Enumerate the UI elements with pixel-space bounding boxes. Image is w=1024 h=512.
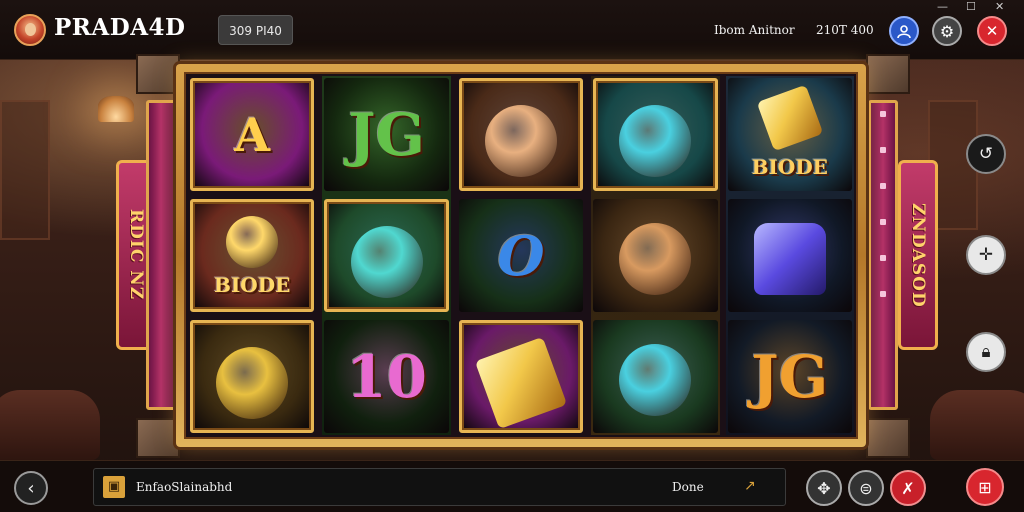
symbol-letter-a: A (190, 78, 315, 191)
maximize-icon[interactable]: ☐ (966, 0, 976, 13)
spin-button[interactable]: ⊞ (966, 468, 1004, 506)
symbol-lion (190, 320, 315, 433)
gangster-emblem (350, 226, 423, 298)
reel-3: O (457, 76, 585, 435)
goldbar-label-emblem (756, 84, 824, 152)
symbol-goldbar-purple (458, 320, 584, 433)
wall-panel-left (0, 100, 50, 240)
done-label[interactable]: Done (672, 480, 704, 494)
symbol-jg-gold: JG (727, 320, 852, 433)
symbol-label: BIODE (751, 155, 828, 179)
message-text: EnfaoSlainabhd (136, 480, 233, 494)
symbol-label: 10 (346, 342, 427, 411)
back-button[interactable]: ‹ (14, 471, 48, 505)
reel-5: BIODE JG (725, 76, 854, 435)
turbo-button[interactable]: ⊜ (848, 470, 884, 506)
symbol-croc2 (593, 320, 718, 433)
beast-label-emblem (226, 216, 279, 268)
symbol-ten: 10 (324, 320, 449, 433)
lock-button[interactable]: 🔒︎ (966, 332, 1006, 372)
slot-reels: A BIODE JG 10 O BIODE JG (184, 72, 858, 439)
symbol-label: A (234, 107, 271, 162)
right-ribbon (868, 100, 898, 410)
frame-corner-br (866, 418, 910, 458)
right-banner: ZNDASOD (898, 160, 938, 350)
dice-icon: ✥ (817, 478, 831, 498)
lock-icon: 🔒︎ (981, 342, 991, 362)
gear-icon: ⚙ (939, 21, 955, 41)
user-icon (897, 25, 911, 39)
profile-button[interactable] (889, 16, 919, 46)
chair-emblem (753, 223, 826, 295)
link-icon[interactable]: ↗ (744, 478, 756, 494)
symbol-cat (593, 199, 718, 312)
close-button[interactable]: ✕ (977, 16, 1007, 46)
symbol-jg-green: JG (324, 78, 449, 191)
symbol-o-badge: O (458, 199, 584, 312)
balance-pill[interactable]: 309 PI40 (218, 15, 293, 45)
symbol-beast-label: BIODE (190, 199, 315, 312)
minimize-icon[interactable]: — (937, 0, 948, 13)
bet-button[interactable]: ✗ (890, 470, 926, 506)
autoplay-button[interactable]: ✥ (806, 470, 842, 506)
symbol-label: O (497, 223, 545, 288)
arrow-left-icon: ‹ (27, 477, 35, 499)
goldbar-purple-emblem (474, 336, 568, 430)
plus-icon: ✛ (978, 245, 994, 265)
reel-1: A BIODE (188, 76, 316, 435)
symbol-chair (727, 199, 852, 312)
armchair-left (0, 390, 100, 460)
reel-4 (591, 76, 720, 435)
lion-emblem (216, 347, 289, 419)
reel-2: JG 10 (322, 76, 451, 435)
wolf-emblem (484, 105, 557, 177)
check-icon: ✗ (901, 478, 915, 498)
window-close-icon[interactable]: ✕ (995, 0, 1004, 13)
brand-logo-icon (14, 14, 46, 46)
close-icon: ✕ (985, 22, 999, 40)
symbol-wolf (458, 78, 584, 191)
symbol-label: JG (348, 100, 426, 169)
frame-corner-tl (136, 54, 180, 94)
history-icon: ↺ (978, 144, 994, 164)
symbol-croc (593, 78, 718, 191)
frame-corner-tr (866, 54, 910, 94)
settings-button[interactable]: ⚙ (932, 16, 962, 46)
frame-corner-bl (136, 418, 180, 458)
left-banner-text: RDIC NZ (126, 209, 146, 301)
speed-icon: ⊜ (859, 478, 873, 498)
header-label-left: Ibom Anitnor (714, 23, 795, 37)
croc2-emblem (619, 344, 692, 416)
cat-emblem (619, 223, 692, 295)
history-button[interactable]: ↺ (966, 134, 1006, 174)
brand-title: PRADA4D (54, 14, 186, 41)
symbol-label: JG (751, 342, 829, 411)
armchair-right (930, 390, 1024, 460)
wall-lamp (98, 96, 134, 122)
spin-icon: ⊞ (978, 477, 992, 497)
right-banner-text: ZNDASOD (908, 202, 928, 308)
folder-icon: ▣ (103, 476, 125, 498)
info-button[interactable]: ✛ (966, 235, 1006, 275)
croc-emblem (619, 105, 692, 177)
symbol-goldbar-label: BIODE (727, 78, 852, 191)
symbol-gangster (324, 199, 449, 312)
symbol-label: BIODE (214, 273, 291, 297)
left-ribbon (146, 100, 176, 410)
header-label-right: 210T 400 (816, 23, 874, 37)
